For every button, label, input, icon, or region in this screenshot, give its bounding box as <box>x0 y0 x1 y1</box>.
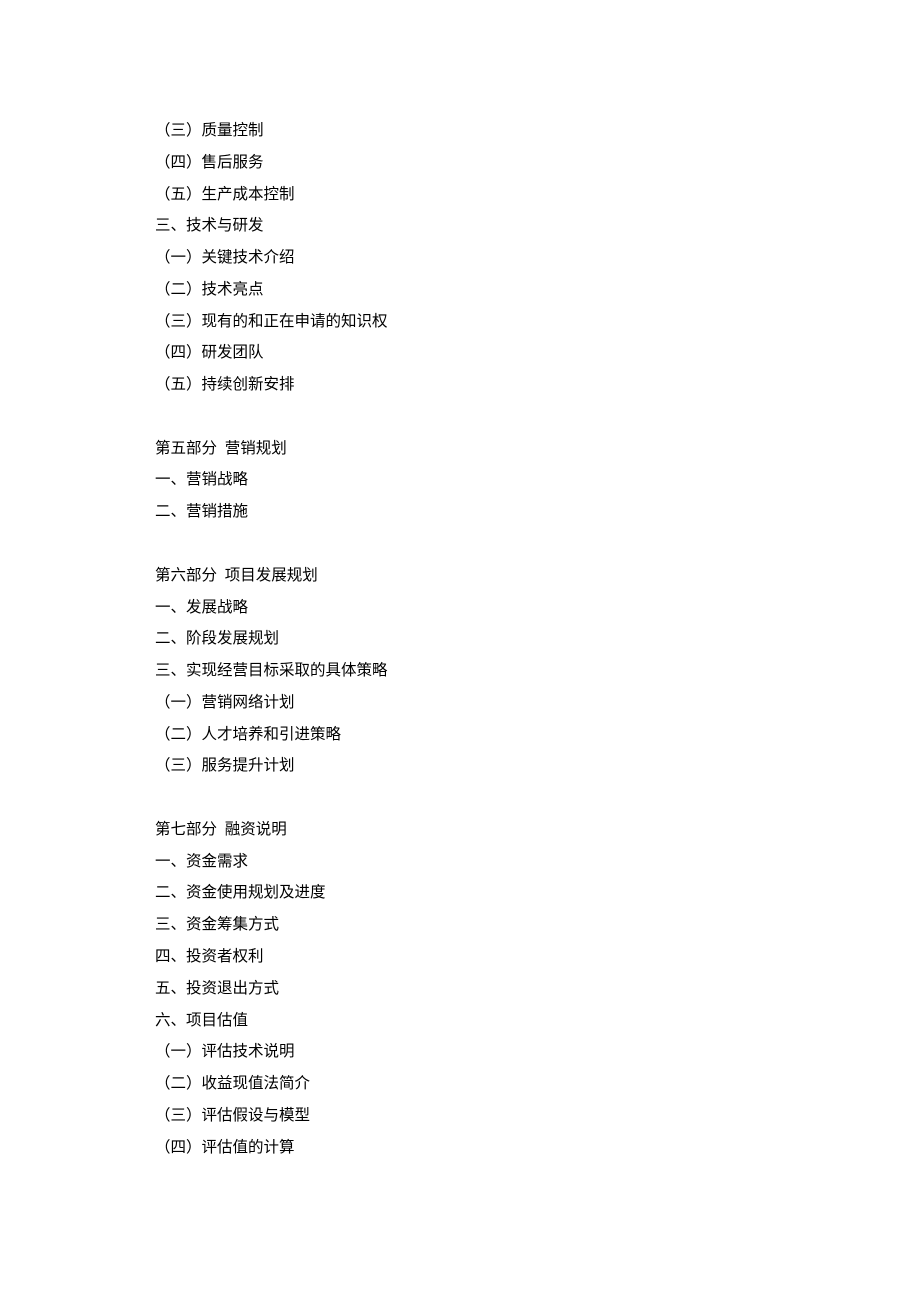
toc-line: （二）人才培养和引进策略 <box>155 719 765 751</box>
toc-line: （三）评估假设与模型 <box>155 1100 765 1132</box>
toc-line: （四）评估值的计算 <box>155 1132 765 1164</box>
toc-line: 二、资金使用规划及进度 <box>155 877 765 909</box>
toc-line: 一、资金需求 <box>155 846 765 878</box>
toc-section-heading: 第五部分 营销规划 <box>155 433 765 465</box>
toc-line: （三）质量控制 <box>155 115 765 147</box>
toc-line: 一、营销战略 <box>155 464 765 496</box>
toc-line: （一）评估技术说明 <box>155 1036 765 1068</box>
toc-line: （五）持续创新安排 <box>155 369 765 401</box>
toc-section-heading: 第六部分 项目发展规划 <box>155 560 765 592</box>
toc-line: 四、投资者权利 <box>155 941 765 973</box>
blank-line <box>155 401 765 433</box>
toc-line: 三、实现经营目标采取的具体策略 <box>155 655 765 687</box>
toc-line: 三、技术与研发 <box>155 210 765 242</box>
blank-line <box>155 528 765 560</box>
blank-line <box>155 782 765 814</box>
toc-line: 一、发展战略 <box>155 592 765 624</box>
toc-section-heading: 第七部分 融资说明 <box>155 814 765 846</box>
toc-line: （三）现有的和正在申请的知识权 <box>155 306 765 338</box>
toc-line: 三、资金筹集方式 <box>155 909 765 941</box>
toc-line: （二）技术亮点 <box>155 274 765 306</box>
toc-line: 六、项目估值 <box>155 1005 765 1037</box>
toc-line: （三）服务提升计划 <box>155 750 765 782</box>
toc-line: （四）研发团队 <box>155 337 765 369</box>
toc-line: （二）收益现值法简介 <box>155 1068 765 1100</box>
toc-line: 二、营销措施 <box>155 496 765 528</box>
toc-line: （一）关键技术介绍 <box>155 242 765 274</box>
toc-line: （一）营销网络计划 <box>155 687 765 719</box>
document-content: （三）质量控制 （四）售后服务 （五）生产成本控制 三、技术与研发 （一）关键技… <box>155 115 765 1163</box>
toc-line: （五）生产成本控制 <box>155 179 765 211</box>
toc-line: 二、阶段发展规划 <box>155 623 765 655</box>
toc-line: （四）售后服务 <box>155 147 765 179</box>
toc-line: 五、投资退出方式 <box>155 973 765 1005</box>
